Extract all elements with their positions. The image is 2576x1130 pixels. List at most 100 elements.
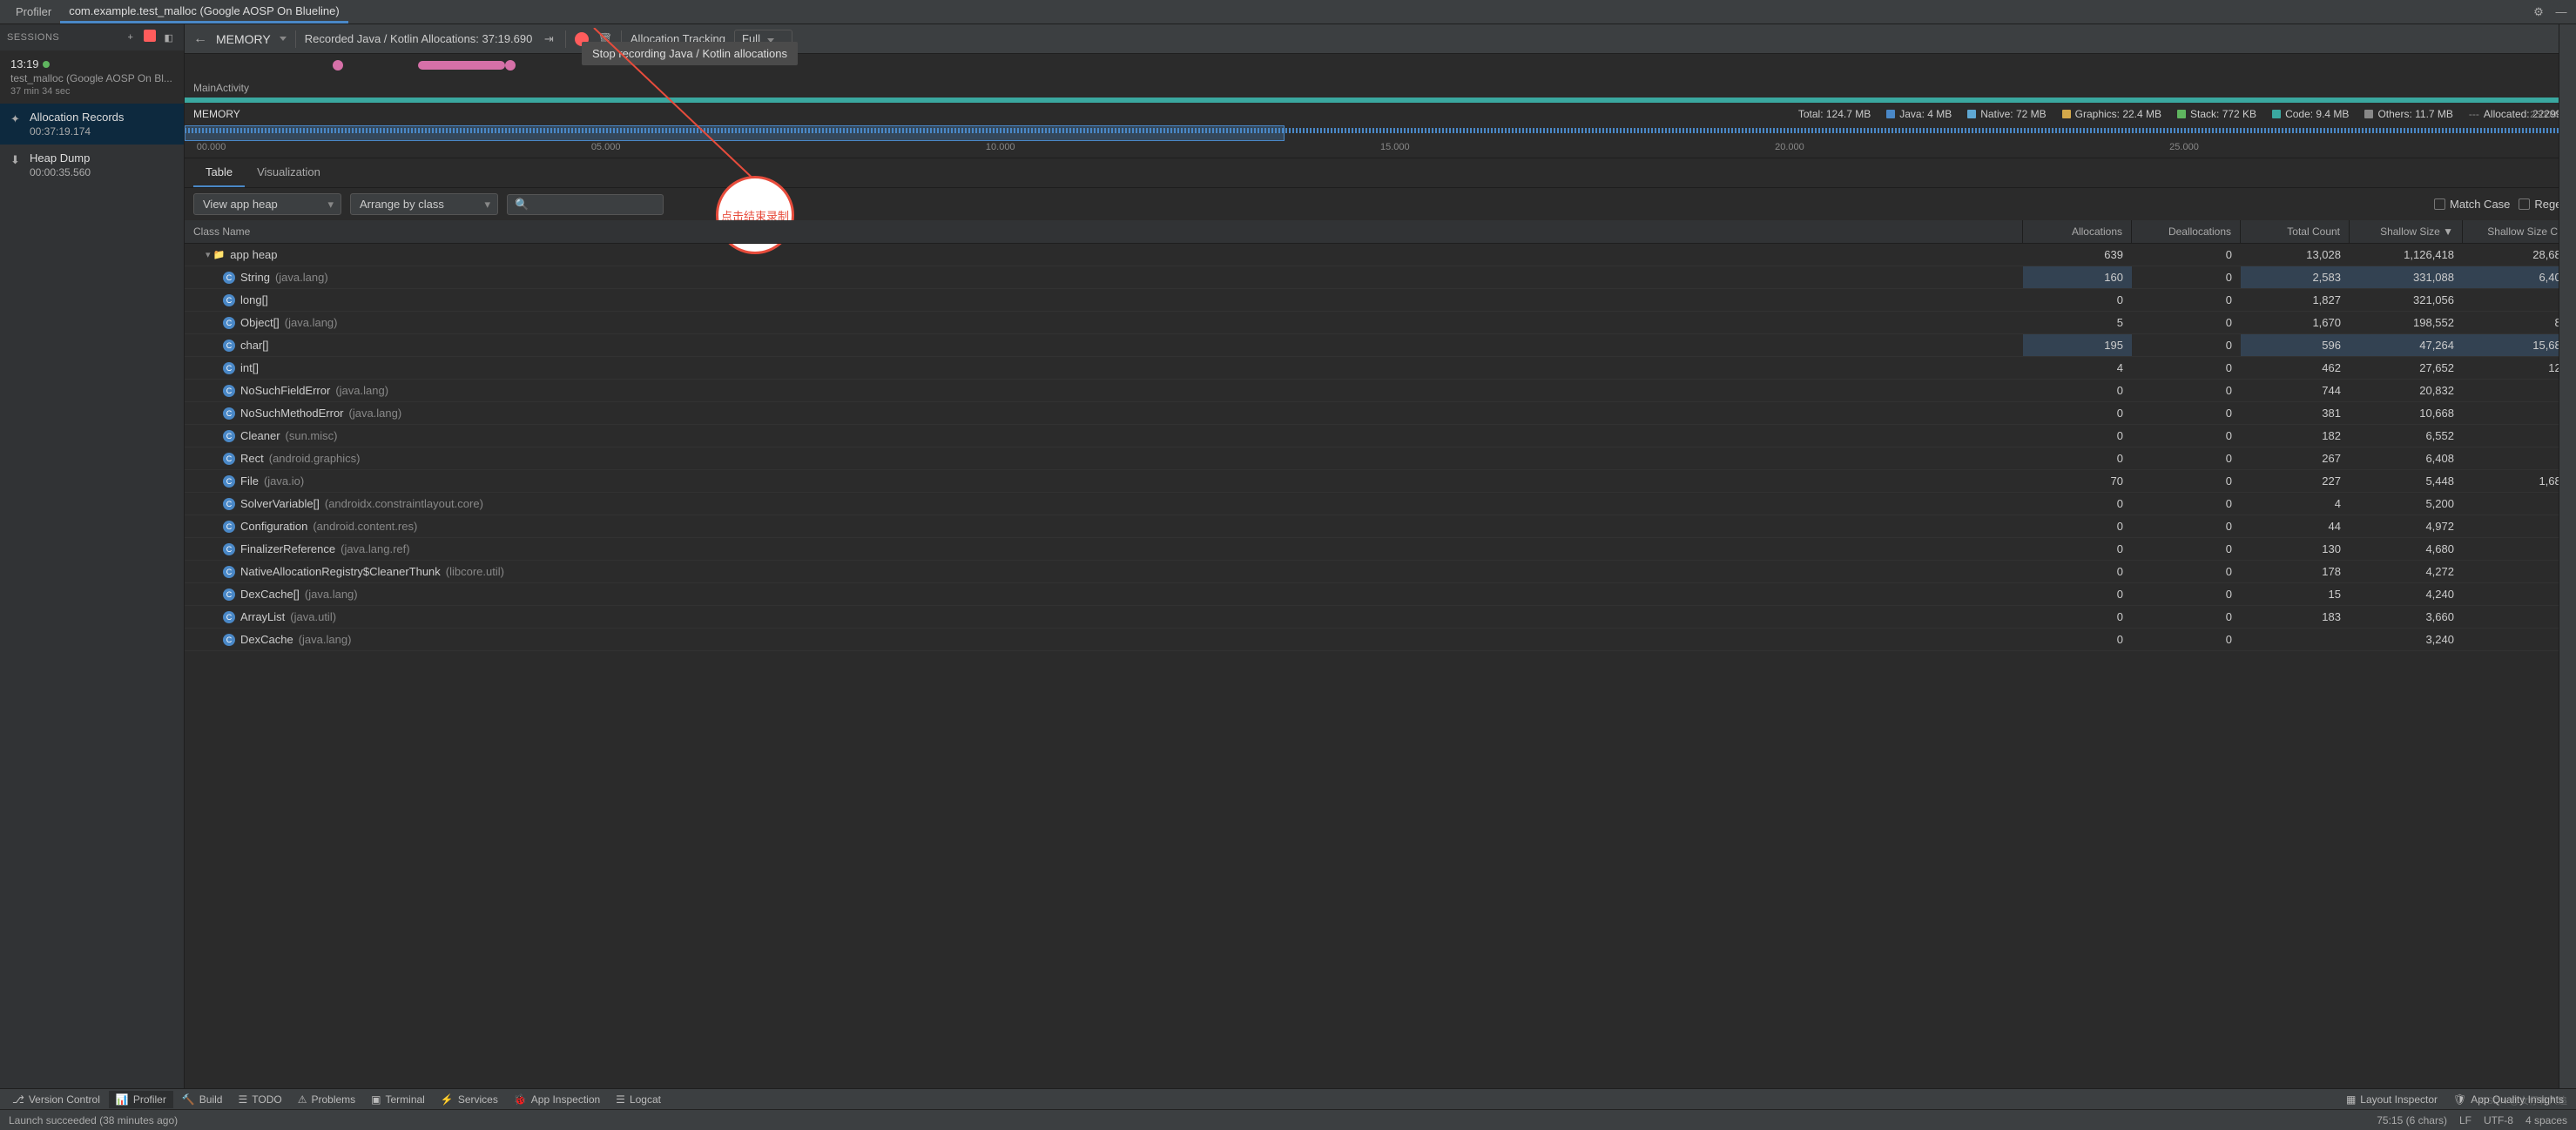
session-time: 13:19 [10,57,39,71]
search-field[interactable] [534,198,656,211]
class-icon: C [223,407,235,420]
table-row[interactable]: CNoSuchMethodError (java.lang)0038110,66… [185,402,2576,425]
terminal-icon: ▣ [371,1093,381,1106]
sessions-label: SESSIONS [7,32,59,43]
class-icon: C [223,521,235,533]
match-case-checkbox[interactable]: Match Case [2434,198,2510,211]
table-row[interactable]: CRect (android.graphics)002676,4080 [185,447,2576,470]
event-bar [418,61,505,70]
add-session-icon[interactable]: + [123,30,138,45]
allocations-table[interactable]: Class Name Allocations Deallocations Tot… [185,220,2576,1088]
table-row[interactable]: CCleaner (sun.misc)001826,5520 [185,425,2576,447]
log-icon: ☰ [616,1093,625,1106]
heap-dump-item[interactable]: ⬇ Heap Dump 00:00:35.560 [0,145,184,185]
watermark: CSDN @女仔有人追 [2480,1093,2567,1107]
version-control-button[interactable]: ⎇Version Control [5,1091,107,1108]
table-row[interactable]: ▾ 📁app heap639013,0281,126,41828,688 [185,244,2576,266]
status-bar: Launch succeeded (38 minutes ago) 75:15 … [0,1109,2576,1130]
profiler-button[interactable]: 📊Profiler [109,1091,173,1108]
table-row[interactable]: Cchar[] 195059647,26415,680 [185,334,2576,357]
table-row[interactable]: CDexCache (java.lang)003,2400 [185,629,2576,651]
allocation-icon: ✦ [10,112,23,124]
layout-inspector-button[interactable]: ▦Layout Inspector [2339,1091,2445,1108]
class-icon: C [223,589,235,601]
class-icon: C [223,362,235,374]
class-icon: C [223,430,235,442]
table-row[interactable]: Clong[] 001,827321,0560 [185,289,2576,312]
table-row[interactable]: CNoSuchFieldError (java.lang)0074420,832… [185,380,2576,402]
line-ending[interactable]: LF [2459,1114,2471,1127]
memory-dropdown[interactable]: MEMORY [216,32,287,46]
col-allocations[interactable]: Allocations [2023,220,2132,243]
dock-icon[interactable]: ◧ [161,30,177,45]
indent[interactable]: 4 spaces [2525,1114,2567,1127]
bottom-tool-bar: ⎇Version Control 📊Profiler 🔨Build ☰TODO … [0,1088,2576,1109]
gear-icon[interactable]: ⚙ [2531,4,2546,20]
record-session-icon[interactable] [144,30,156,42]
arrange-dropdown[interactable]: Arrange by class [350,193,498,215]
table-row[interactable]: CArrayList (java.util)001833,6600 [185,606,2576,629]
minimize-icon[interactable]: — [2553,4,2569,20]
cursor-position[interactable]: 75:15 (6 chars) [2377,1114,2447,1127]
layout-icon: ▦ [2346,1093,2356,1106]
sessions-sidebar: SESSIONS + ◧ 13:19 test_malloc (Google A… [0,24,185,1088]
time-ruler: 00.00005.00010.00015.00020.00025.000 [185,140,2576,158]
class-icon: C [223,498,235,510]
stop-recording-tooltip: Stop recording Java / Kotlin allocations [582,42,798,65]
table-row[interactable]: CObject[] (java.lang)501,670198,55280 [185,312,2576,334]
search-icon: 🔍 [515,198,529,212]
table-row[interactable]: CConfiguration (android.content.res)0044… [185,515,2576,538]
services-icon: ⚡ [441,1093,454,1106]
profiler-tab[interactable]: Profiler [7,2,60,22]
table-row[interactable]: CSolverVariable[] (androidx.constraintla… [185,493,2576,515]
col-class-name[interactable]: Class Name [185,220,2023,243]
profiler-icon: 📊 [116,1093,129,1106]
session-item[interactable]: 13:19 test_malloc (Google AOSP On Bl... … [0,50,184,104]
col-shallow-size[interactable]: Shallow Size ▼ [2350,220,2463,243]
class-icon: C [223,317,235,329]
app-tab[interactable]: com.example.test_malloc (Google AOSP On … [60,1,347,24]
tab-table[interactable]: Table [193,158,245,187]
bug-icon: 🐞 [514,1093,527,1106]
event-dot-icon [333,60,343,71]
class-icon: C [223,385,235,397]
tab-visualization[interactable]: Visualization [245,158,333,187]
heap-filter-dropdown[interactable]: View app heap [193,193,341,215]
terminal-button[interactable]: ▣Terminal [364,1091,432,1108]
hammer-icon: 🔨 [182,1093,195,1106]
folder-icon: ▾ 📁 [206,249,225,260]
class-icon: C [223,453,235,465]
table-row[interactable]: CNativeAllocationRegistry$CleanerThunk (… [185,561,2576,583]
class-icon: C [223,272,235,284]
col-total-count[interactable]: Total Count [2241,220,2350,243]
logcat-button[interactable]: ☰Logcat [609,1091,668,1108]
class-icon: C [223,475,235,488]
table-row[interactable]: CDexCache[] (java.lang)00154,2400 [185,583,2576,606]
activity-timeline-bar [185,98,2576,103]
search-input[interactable]: 🔍 [507,194,664,215]
memory-toolbar: ← MEMORY Recorded Java / Kotlin Allocati… [185,24,2576,54]
table-row[interactable]: CString (java.lang)16002,583331,0886,400 [185,266,2576,289]
allocation-records-item[interactable]: ✦ Allocation Records 00:37:19.174 [0,104,184,145]
recorded-label: Recorded Java / Kotlin Allocations: 37:1… [305,32,533,45]
app-inspection-button[interactable]: 🐞App Inspection [507,1091,607,1108]
todo-button[interactable]: ☰TODO [231,1091,288,1108]
status-dot-icon [43,61,50,68]
table-row[interactable]: Cint[] 4046227,652128 [185,357,2576,380]
right-tool-gutter[interactable] [2559,24,2576,1088]
encoding[interactable]: UTF-8 [2484,1114,2513,1127]
problems-button[interactable]: ⚠Problems [291,1091,362,1108]
branch-icon: ⎇ [12,1093,24,1106]
selection-range[interactable] [185,125,1285,141]
back-arrow-icon[interactable]: ← [193,31,207,47]
activity-label: MainActivity [193,82,249,94]
timeline[interactable]: MainActivity MEMORY Total: 124.7 MB Java… [185,54,2576,158]
build-button[interactable]: 🔨Build [175,1091,230,1108]
warning-icon: ⚠ [298,1093,307,1106]
class-icon: C [223,340,235,352]
table-row[interactable]: CFinalizerReference (java.lang.ref)00130… [185,538,2576,561]
services-button[interactable]: ⚡Services [434,1091,505,1108]
fit-icon[interactable]: ⇥ [541,31,556,47]
col-deallocations[interactable]: Deallocations [2132,220,2241,243]
table-row[interactable]: CFile (java.io)7002275,4481,680 [185,470,2576,493]
